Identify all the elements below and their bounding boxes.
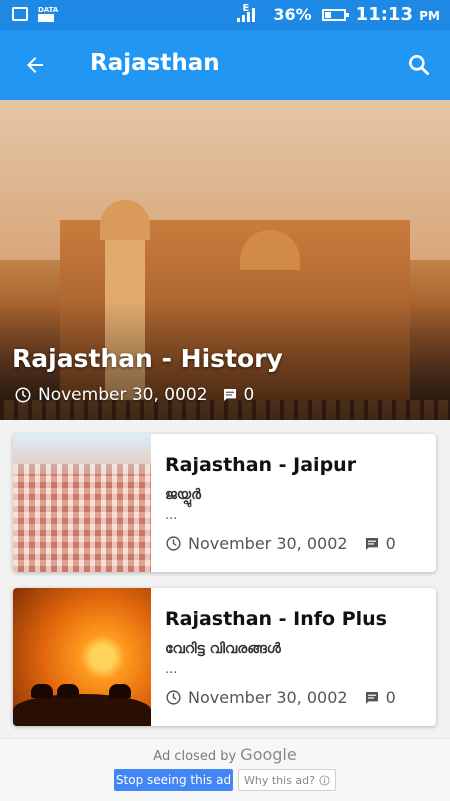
post-excerpt: ... bbox=[165, 508, 178, 523]
why-this-ad-button[interactable]: Why this ad? bbox=[238, 769, 336, 791]
post-title: Rajasthan - Info Plus bbox=[165, 608, 387, 630]
featured-post-date: November 30, 0002 bbox=[38, 385, 208, 405]
clock-icon bbox=[166, 536, 181, 551]
battery-percent: 36% bbox=[273, 5, 312, 24]
search-button[interactable] bbox=[402, 48, 436, 82]
post-card[interactable]: Rajasthan - Info Plus വേറിട്ട വിവരങ്ങൾ .… bbox=[13, 588, 436, 726]
clock-time: 11:13 PM bbox=[356, 4, 440, 25]
network-type: E bbox=[242, 3, 250, 14]
data-icon bbox=[38, 14, 54, 22]
post-date: November 30, 0002 bbox=[188, 534, 348, 553]
page-title: Rajasthan bbox=[90, 50, 220, 76]
ad-banner: Ad closed by Google Stop seeing this ad … bbox=[0, 738, 450, 801]
stop-seeing-ad-button[interactable]: Stop seeing this ad bbox=[114, 769, 233, 791]
time-value: 11:13 bbox=[355, 4, 413, 25]
post-card[interactable]: Rajasthan - Jaipur ജയ്പുർ ... November 3… bbox=[13, 434, 436, 572]
ad-closed-message: Ad closed by Google bbox=[0, 745, 450, 764]
post-thumbnail bbox=[13, 434, 151, 572]
camel-silhouette bbox=[109, 684, 131, 698]
camel-silhouette bbox=[57, 684, 79, 698]
post-subtitle: ജയ്പുർ bbox=[165, 487, 201, 503]
camel-silhouette bbox=[31, 684, 53, 698]
post-meta: November 30, 0002 0 bbox=[165, 688, 396, 707]
featured-post-title: Rajasthan - History bbox=[12, 344, 283, 373]
post-date: November 30, 0002 bbox=[188, 688, 348, 707]
data-label: DATA bbox=[38, 6, 59, 14]
image-icon bbox=[12, 7, 28, 21]
post-comments: 0 bbox=[385, 534, 396, 553]
post-subtitle: വേറിട്ട വിവരങ്ങൾ bbox=[165, 641, 281, 657]
thumbnail-dune bbox=[13, 694, 151, 726]
featured-post-meta: November 30, 0002 0 bbox=[14, 385, 254, 405]
post-title: Rajasthan - Jaipur bbox=[165, 454, 357, 476]
google-logo: Google bbox=[240, 745, 297, 764]
clock-icon bbox=[166, 690, 181, 705]
time-ampm: PM bbox=[419, 9, 440, 23]
info-icon bbox=[319, 774, 330, 786]
post-excerpt: ... bbox=[165, 662, 178, 677]
back-button[interactable] bbox=[18, 48, 52, 82]
comment-icon bbox=[365, 537, 378, 550]
post-thumbnail bbox=[13, 588, 151, 726]
post-comments: 0 bbox=[385, 688, 396, 707]
status-bar: DATA E 36% 11:13 PM bbox=[0, 0, 450, 30]
comment-icon bbox=[223, 389, 236, 401]
arrow-back-icon bbox=[27, 57, 43, 73]
featured-post[interactable]: Rajasthan - History November 30, 0002 0 bbox=[0, 100, 450, 420]
comment-icon bbox=[365, 691, 378, 704]
app-bar: Rajasthan bbox=[0, 30, 450, 100]
why-this-ad-label: Why this ad? bbox=[244, 773, 315, 787]
clock-icon bbox=[15, 387, 31, 403]
featured-post-comments: 0 bbox=[243, 385, 255, 405]
data-indicator: DATA bbox=[38, 6, 58, 22]
post-meta: November 30, 0002 0 bbox=[165, 534, 396, 553]
battery-icon bbox=[321, 8, 349, 21]
search-icon bbox=[409, 55, 430, 76]
ad-closed-label: Ad closed by bbox=[153, 749, 237, 764]
